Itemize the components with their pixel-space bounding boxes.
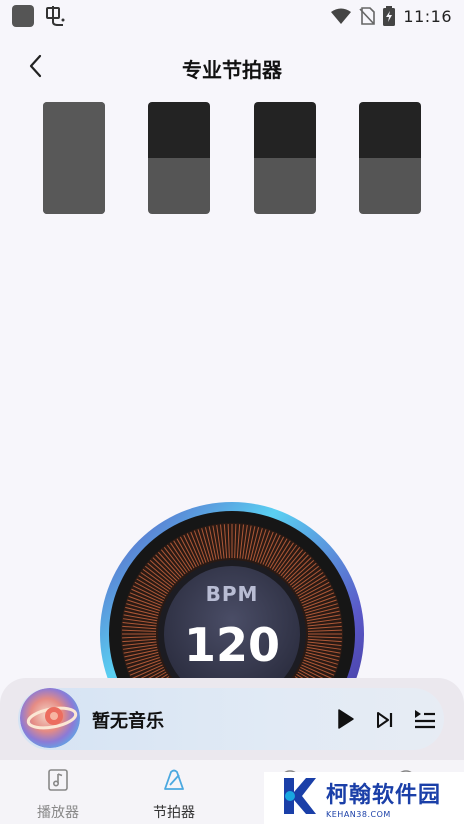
album-art[interactable]: [20, 688, 80, 748]
watermark-text: 柯翰软件园: [326, 783, 442, 808]
play-icon: [332, 709, 358, 736]
status-bar: 11:16: [0, 0, 464, 32]
skip-next-button[interactable]: [372, 707, 398, 733]
bpm-label: BPM: [205, 582, 259, 606]
beat-block-1[interactable]: [43, 102, 105, 214]
playlist-icon: [412, 710, 438, 736]
watermark-logo-icon: [282, 776, 318, 820]
metronome-icon: [161, 768, 187, 796]
page-title: 专业节拍器: [182, 58, 282, 82]
playlist-button[interactable]: [412, 706, 438, 732]
app-icon: [44, 5, 66, 27]
beat-indicators: [0, 102, 464, 216]
watermark-subtext: KEHAN38.COM: [326, 810, 391, 819]
wifi-icon: [331, 8, 352, 24]
beat-block-2[interactable]: [148, 102, 210, 214]
play-button[interactable]: [332, 706, 358, 732]
bpm-value[interactable]: 120: [100, 618, 364, 672]
track-title: 暂无音乐: [92, 711, 164, 732]
header: 专业节拍器: [0, 40, 464, 96]
tab-player-label: 播放器: [37, 805, 79, 821]
music-note-icon: [46, 768, 70, 796]
skip-next-icon: [372, 712, 398, 737]
square-icon: [12, 5, 34, 27]
watermark: 柯翰软件园 KEHAN38.COM: [264, 772, 464, 824]
no-sim-icon: [359, 7, 376, 25]
tab-player[interactable]: 播放器: [0, 760, 116, 824]
mini-player[interactable]: 暂无音乐: [18, 688, 444, 750]
status-time: 11:16: [403, 6, 452, 26]
tab-metronome-label: 节拍器: [153, 805, 195, 821]
tab-metronome[interactable]: 节拍器: [116, 760, 232, 824]
battery-charging-icon: [383, 6, 396, 26]
beat-block-3[interactable]: [254, 102, 316, 214]
beat-block-4[interactable]: [359, 102, 421, 214]
